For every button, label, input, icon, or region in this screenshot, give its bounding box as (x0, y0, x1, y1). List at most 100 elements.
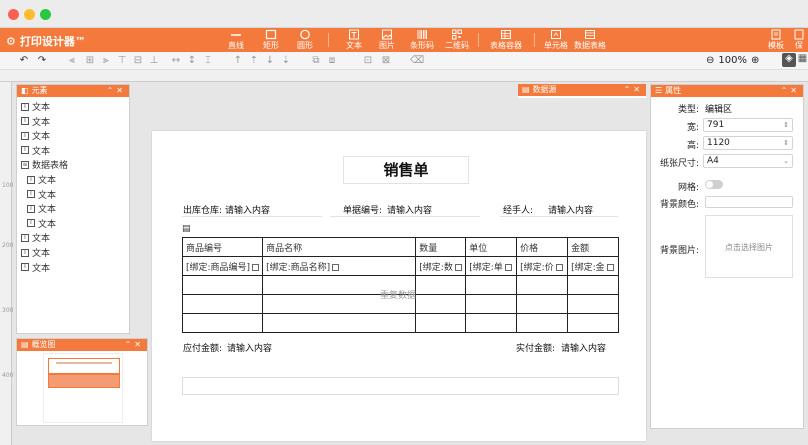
footer-box[interactable] (182, 377, 619, 395)
same-size-icon[interactable]: ⌶ (202, 55, 214, 67)
align-middle-icon[interactable]: ⊟ (132, 55, 144, 67)
add-datatable-button[interactable]: 数据表格 (570, 29, 610, 51)
align-bottom-icon[interactable]: ⊥ (148, 55, 160, 67)
payable-label[interactable]: 应付金额: (183, 341, 222, 354)
panel-controls[interactable]: ⌃✕ (624, 84, 643, 96)
save-button[interactable]: 保 (790, 29, 808, 51)
maximize-window-button[interactable] (40, 9, 51, 20)
table-cell[interactable] (567, 275, 619, 295)
table-cell[interactable] (465, 294, 518, 314)
table-cell[interactable] (415, 294, 467, 314)
table-cell[interactable] (181, 294, 264, 314)
tree-item[interactable]: T 文本 (27, 173, 56, 186)
tree-item[interactable]: T 文本 (27, 188, 56, 201)
handler-value[interactable]: 请输入内容 (548, 203, 593, 216)
document-title[interactable]: 销售单 (343, 156, 469, 184)
tree-item[interactable]: T 文本 (21, 144, 50, 157)
height-input[interactable]: 1120 ⇕ (703, 136, 793, 150)
binding-cell[interactable]: [绑定:商品编号] (181, 256, 264, 276)
datasource-panel-header[interactable]: ▤ 数据源 ⌃✕ (518, 84, 646, 96)
tree-item[interactable]: T 文本 (21, 100, 50, 113)
grid-toggle[interactable] (705, 180, 723, 189)
payable-value[interactable]: 请输入内容 (227, 341, 272, 354)
data-table[interactable]: 商品编号 商品名称 数量 单位 价格 金额 [绑定:商品编号] [绑定:商品名称… (181, 237, 619, 333)
binding-cell[interactable]: [绑定:单 (465, 256, 518, 276)
group-icon[interactable]: ⧉ (310, 55, 322, 67)
column-header[interactable]: 金额 (567, 237, 619, 257)
delete-icon[interactable]: ⌫ (410, 55, 424, 67)
binding-icon[interactable] (332, 263, 340, 271)
binding-cell[interactable]: [绑定:商品名称] (262, 256, 417, 276)
tree-item[interactable]: T 文本 (27, 202, 56, 215)
same-width-icon[interactable]: ↔ (170, 55, 182, 67)
binding-icon[interactable] (555, 263, 563, 271)
panel-controls[interactable]: ⌃✕ (107, 85, 126, 97)
column-header[interactable]: 单位 (465, 237, 518, 257)
table-cell[interactable] (181, 275, 264, 295)
stepper-icon[interactable]: ⇕ (783, 119, 789, 131)
same-height-icon[interactable]: ↕ (186, 55, 198, 67)
add-image-button[interactable]: 图片 (367, 29, 407, 51)
table-cell[interactable] (415, 275, 467, 295)
align-left-icon[interactable]: ⫷ (66, 55, 78, 67)
column-header[interactable]: 价格 (516, 237, 569, 257)
paper-size-select[interactable]: A4 ⌄ (703, 154, 793, 168)
binding-icon[interactable] (606, 263, 614, 271)
binding-icon[interactable] (454, 263, 462, 271)
table-cell[interactable] (567, 313, 619, 333)
table-cell[interactable] (465, 313, 518, 333)
panel-controls[interactable]: ⌃✕ (125, 339, 144, 351)
binding-cell[interactable]: [绑定:金 (567, 256, 619, 276)
send-backward-icon[interactable]: ↓ (264, 55, 276, 67)
table-cell[interactable] (516, 294, 569, 314)
tree-item[interactable]: T 文本 (21, 246, 50, 259)
stepper-icon[interactable]: ⇕ (783, 137, 789, 149)
table-cell[interactable] (516, 275, 569, 295)
paid-value[interactable]: 请输入内容 (561, 341, 606, 354)
table-cell[interactable] (181, 313, 264, 333)
add-table-container-button[interactable]: 表格容器 (486, 29, 526, 51)
tree-item[interactable]: T 文本 (21, 231, 50, 244)
bg-color-picker[interactable] (705, 196, 793, 208)
unlock-icon[interactable]: ⊠ (380, 55, 392, 67)
zoom-in-icon[interactable]: ⊕ (751, 55, 759, 66)
paid-label[interactable]: 实付金额: (516, 341, 555, 354)
align-top-icon[interactable]: ⊤ (116, 55, 128, 67)
column-header[interactable]: 数量 (415, 237, 467, 257)
order-number-label[interactable]: 单据编号: (343, 203, 382, 216)
undo-icon[interactable]: ↶ (18, 55, 30, 67)
table-cell[interactable] (465, 275, 518, 295)
table-cell[interactable] (567, 294, 619, 314)
tree-item[interactable]: T 文本 (21, 129, 50, 142)
lock-icon[interactable]: ⊡ (362, 55, 374, 67)
align-center-icon[interactable]: ⊞ (84, 55, 96, 67)
grid-view-icon[interactable]: ▦ (797, 53, 808, 67)
column-header[interactable]: 商品编号 (181, 237, 264, 257)
layers-icon[interactable]: ◈ (782, 53, 796, 67)
bring-to-front-icon[interactable]: ⇡ (248, 55, 260, 67)
zoom-out-icon[interactable]: ⊖ (706, 55, 714, 66)
add-qrcode-button[interactable]: 二维码 (437, 29, 477, 51)
bg-image-picker[interactable]: 点击选择图片 (705, 215, 793, 278)
add-circle-button[interactable]: 圆形 (285, 29, 325, 51)
table-cell[interactable] (262, 313, 417, 333)
width-input[interactable]: 791 ⇕ (703, 118, 793, 132)
tree-item[interactable]: T 文本 (21, 261, 50, 274)
table-cell[interactable] (516, 313, 569, 333)
redo-icon[interactable]: ↷ (36, 55, 48, 67)
add-line-button[interactable]: 直线 (216, 29, 256, 51)
binding-cell[interactable]: [绑定:价 (516, 256, 569, 276)
send-to-back-icon[interactable]: ⇣ (280, 55, 292, 67)
align-right-icon[interactable]: ⫸ (100, 55, 112, 67)
warehouse-value[interactable]: 请输入内容 (225, 203, 270, 216)
warehouse-label[interactable]: 出库仓库: (183, 203, 222, 216)
tree-item[interactable]: T 文本 (21, 115, 50, 128)
tree-item[interactable]: ≡ 数据表格 (21, 158, 68, 171)
handler-label[interactable]: 经手人: (503, 203, 533, 216)
tree-item[interactable]: T 文本 (27, 217, 56, 230)
order-number-value[interactable]: 请输入内容 (387, 203, 432, 216)
binding-icon[interactable] (504, 263, 512, 271)
ungroup-icon[interactable]: ⧈ (326, 55, 338, 67)
table-cell[interactable] (415, 313, 467, 333)
binding-cell[interactable]: [绑定:数 (415, 256, 467, 276)
